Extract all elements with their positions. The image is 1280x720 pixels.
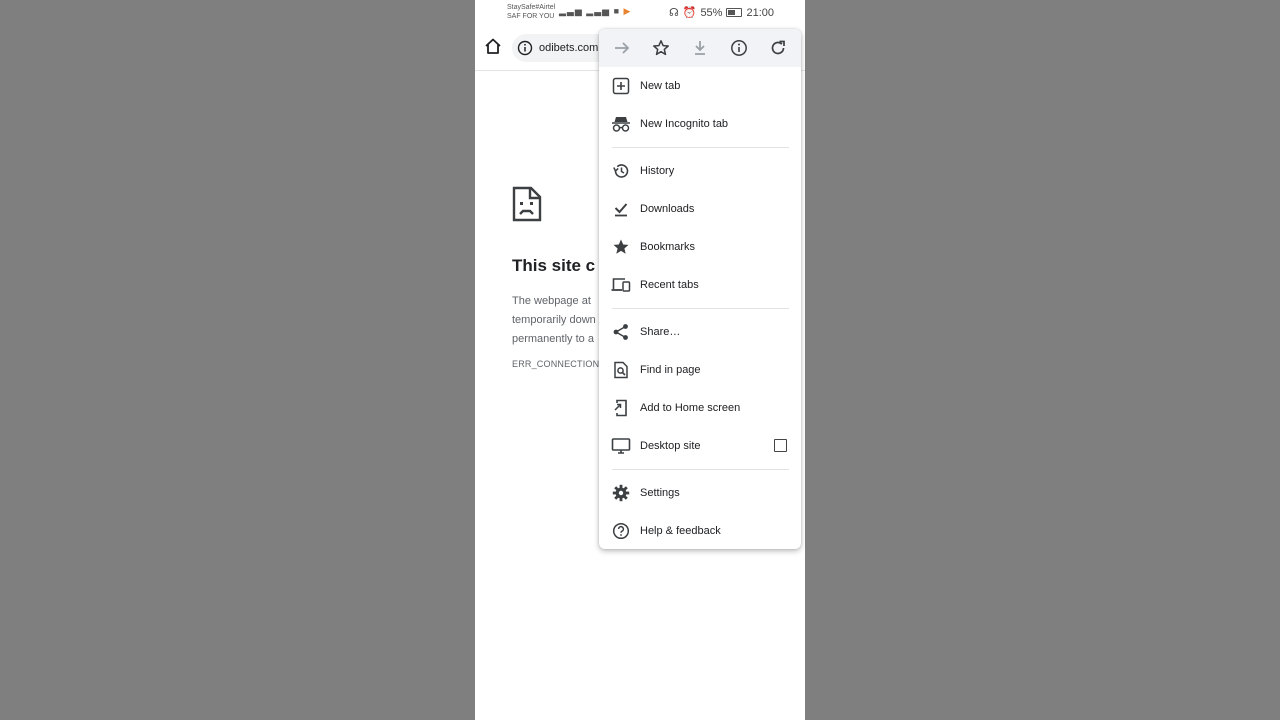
- add-to-home-icon: [611, 398, 631, 418]
- desktop-icon: [611, 436, 631, 456]
- error-desc-line-3: permanently to a: [512, 333, 594, 345]
- menu-item-settings[interactable]: Settings: [599, 474, 801, 512]
- url-text[interactable]: odibets.com: [539, 42, 598, 54]
- headphone-icon: ☊: [668, 7, 679, 19]
- star-outline-icon: [653, 40, 670, 56]
- gear-icon: [611, 483, 631, 503]
- menu-item-label: Recent tabs: [640, 279, 699, 291]
- menu-action-bar: [599, 29, 801, 67]
- menu-item-history[interactable]: History: [599, 152, 801, 190]
- carrier-line-2: SAF FOR YOU: [507, 13, 555, 20]
- incognito-icon: [611, 114, 631, 134]
- download-icon: [694, 41, 705, 55]
- signal-icons: ▂▃▅ ▂▃▅ ■ ▶: [559, 6, 631, 17]
- signal-icon-2: ▂▃▅: [586, 6, 611, 16]
- status-right: ☊ ⏰ 55% 21:00: [668, 6, 774, 20]
- menu-divider: [612, 469, 789, 470]
- refresh-icon: [771, 40, 785, 55]
- devices-icon: [611, 275, 631, 295]
- menu-item-bookmarks[interactable]: Bookmarks: [599, 228, 801, 266]
- share-icon: [611, 322, 631, 342]
- find-in-page-icon: [611, 360, 631, 380]
- menu-item-downloads[interactable]: Downloads: [599, 190, 801, 228]
- overflow-menu: New tab New Incognito tab History Downlo…: [599, 29, 801, 549]
- menu-divider: [612, 308, 789, 309]
- menu-item-find-in-page[interactable]: Find in page: [599, 351, 801, 389]
- forward-button[interactable]: [612, 38, 632, 58]
- download-done-icon: [611, 199, 631, 219]
- carrier-label: StaySafe#Airtel SAF FOR YOU: [507, 3, 555, 21]
- desktop-site-checkbox[interactable]: [774, 439, 787, 452]
- menu-item-label: Help & feedback: [640, 525, 721, 537]
- menu-item-label: Share…: [640, 326, 681, 338]
- info-icon: [730, 40, 747, 56]
- carrier-line-1: StaySafe#Airtel: [507, 4, 556, 11]
- download-page-button[interactable]: [690, 38, 710, 58]
- sad-document-icon: [512, 186, 542, 222]
- error-desc-line-2: temporarily down: [512, 314, 596, 326]
- page-info-icon[interactable]: [517, 40, 533, 56]
- play-store-icon: ▶: [623, 6, 632, 16]
- menu-item-label: History: [640, 165, 675, 177]
- clock: 21:00: [746, 6, 774, 19]
- forward-icon: [615, 42, 630, 54]
- menu-item-label: Find in page: [640, 364, 701, 376]
- menu-item-add-to-home-screen[interactable]: Add to Home screen: [599, 389, 801, 427]
- home-button[interactable]: [483, 36, 503, 58]
- signal-icon: ▂▃▅: [559, 6, 583, 16]
- menu-item-share[interactable]: Share…: [599, 313, 801, 351]
- home-icon: [485, 38, 501, 54]
- menu-item-label: New tab: [640, 80, 681, 92]
- history-icon: [611, 161, 631, 181]
- refresh-button[interactable]: [768, 38, 788, 58]
- notification-icon: ■: [613, 6, 620, 16]
- menu-item-label: Downloads: [640, 203, 695, 215]
- battery-percent: 55%: [700, 6, 723, 19]
- help-icon: [611, 521, 631, 541]
- background-right: [805, 0, 1280, 720]
- menu-item-label: Desktop site: [640, 440, 701, 452]
- star-filled-icon: [611, 237, 631, 257]
- menu-divider: [612, 147, 789, 148]
- menu-item-new-tab[interactable]: New tab: [599, 67, 801, 105]
- menu-item-recent-tabs[interactable]: Recent tabs: [599, 266, 801, 304]
- menu-item-desktop-site[interactable]: Desktop site: [599, 427, 801, 465]
- menu-item-help-feedback[interactable]: Help & feedback: [599, 512, 801, 549]
- page-info-button[interactable]: [729, 38, 749, 58]
- background-left: [0, 0, 475, 720]
- error-desc-line-1: The webpage at: [512, 295, 591, 307]
- error-description: The webpage at temporarily down permanen…: [512, 292, 602, 349]
- alarm-icon: ⏰: [682, 7, 697, 19]
- plus-box-icon: [611, 76, 631, 96]
- status-bar: StaySafe#Airtel SAF FOR YOU ▂▃▅ ▂▃▅ ■ ▶ …: [475, 0, 805, 28]
- menu-item-label: Add to Home screen: [640, 402, 741, 414]
- bookmark-button[interactable]: [651, 38, 671, 58]
- menu-item-label: New Incognito tab: [640, 118, 729, 130]
- battery-icon: [726, 8, 743, 17]
- menu-item-label: Bookmarks: [640, 241, 696, 253]
- menu-item-new-incognito-tab[interactable]: New Incognito tab: [599, 105, 801, 143]
- menu-item-label: Settings: [640, 487, 680, 499]
